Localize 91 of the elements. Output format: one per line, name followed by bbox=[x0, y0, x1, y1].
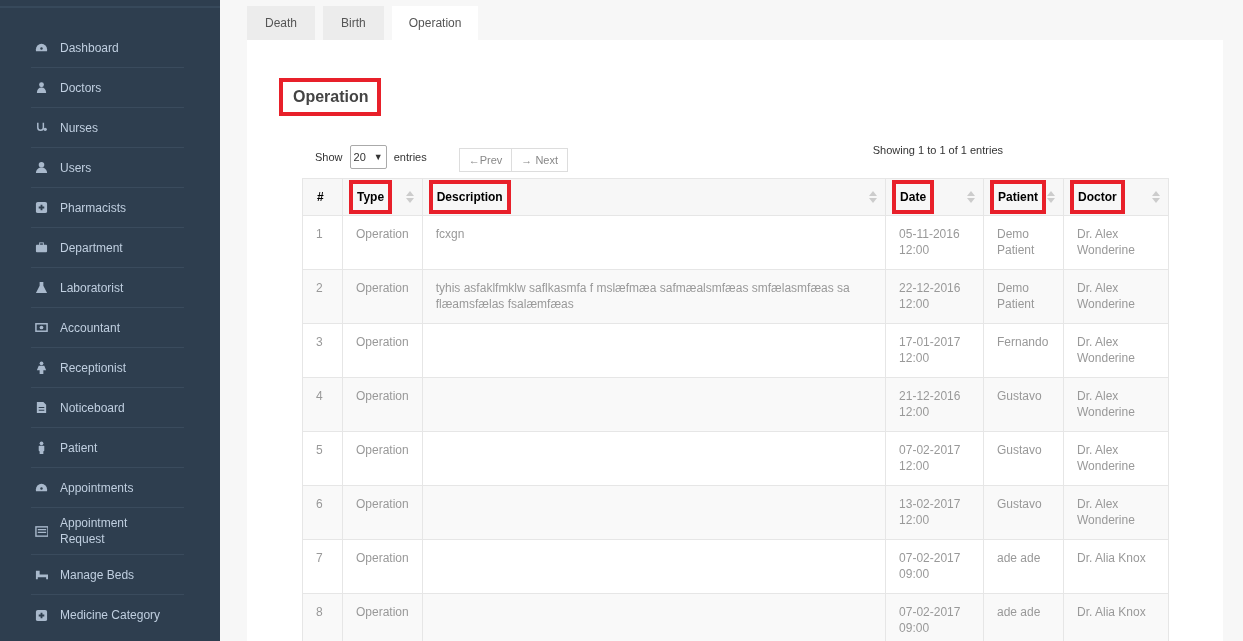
show-label: Show bbox=[315, 151, 343, 163]
page-title: Operation bbox=[279, 78, 381, 116]
table-cell: Demo Patient bbox=[997, 227, 1035, 257]
dashboard-icon bbox=[35, 41, 48, 54]
table-cell: Operation bbox=[356, 227, 409, 241]
table-cell: tyhis asfaklfmklw saflkasmfa f mslæfmæa safmæalsmfæas smfælasmfæas sa flæamsfælas fsalæmfæas bbox=[435, 281, 850, 311]
person-icon bbox=[35, 361, 48, 374]
table-cell: Operation bbox=[356, 335, 409, 349]
sidebar-item[interactable]: Users bbox=[31, 148, 184, 188]
table-cell: ade ade bbox=[997, 551, 1041, 565]
page-size-select[interactable]: 20 ▼ bbox=[349, 145, 387, 169]
table-cell: 07-02-2017 09:00 bbox=[899, 605, 961, 635]
table-cell: 8 bbox=[316, 605, 323, 619]
table-cell: fcxgn bbox=[435, 227, 465, 241]
table-cell: Operation bbox=[356, 389, 409, 403]
sort-icon[interactable] bbox=[405, 191, 414, 203]
dashboard-icon bbox=[35, 481, 48, 494]
plus-square-icon bbox=[35, 201, 48, 214]
table-cell: Demo Patient bbox=[997, 281, 1035, 311]
table-cell: 21-12-2016 12:00 bbox=[899, 389, 961, 419]
table-cell: 6 bbox=[316, 497, 323, 511]
entries-info: Showing 1 to 1 of 1 entries bbox=[872, 144, 1003, 156]
document-icon bbox=[35, 401, 48, 414]
sidebar-item[interactable]: Appointments bbox=[31, 468, 184, 508]
user-icon bbox=[35, 81, 48, 94]
column-header[interactable]: Date bbox=[892, 180, 935, 214]
sidebar-item[interactable]: Manage Beds bbox=[31, 555, 184, 595]
entries-label: entries bbox=[393, 151, 427, 163]
table-cell: 2 bbox=[316, 281, 323, 295]
column-header[interactable]: Doctor bbox=[1070, 180, 1125, 214]
table-cell: 5 bbox=[316, 443, 323, 457]
prev-button[interactable]: ←Prev bbox=[458, 147, 513, 172]
stethoscope-icon bbox=[35, 121, 48, 134]
sidebar-item[interactable]: Pharmacists bbox=[31, 188, 184, 228]
column-header[interactable]: Description bbox=[428, 180, 511, 214]
sidebar-item[interactable]: Medicine Category bbox=[31, 595, 184, 635]
table-cell: 05-11-2016 12:00 bbox=[899, 227, 960, 257]
table-cell: Dr. Alex Wonderine bbox=[1077, 335, 1135, 365]
table-cell: 3 bbox=[316, 335, 323, 349]
sidebar-item[interactable]: Noticeboard bbox=[31, 388, 184, 428]
table-cell: Operation bbox=[356, 443, 409, 457]
table-cell: Gustavo bbox=[997, 389, 1042, 403]
column-header[interactable]: Type bbox=[349, 180, 393, 214]
table-cell: Dr. Alex Wonderine bbox=[1077, 443, 1135, 473]
sort-icon[interactable] bbox=[869, 191, 878, 203]
table-cell: 22-12-2016 12:00 bbox=[899, 281, 961, 311]
table-cell: 4 bbox=[316, 389, 323, 403]
briefcase-icon bbox=[35, 241, 48, 254]
table-cell: 07-02-2017 12:00 bbox=[899, 443, 961, 473]
sidebar-item[interactable]: Receptionist bbox=[31, 348, 184, 388]
table-cell: Gustavo bbox=[997, 497, 1042, 511]
plus-square-icon bbox=[35, 608, 48, 622]
table-cell: Dr. Alex Wonderine bbox=[1077, 389, 1135, 419]
table-cell: Dr. Alex Wonderine bbox=[1077, 497, 1135, 527]
tab[interactable]: Operation bbox=[391, 6, 479, 40]
sidebar-item[interactable]: Doctors bbox=[31, 68, 184, 108]
tab[interactable]: Death bbox=[247, 6, 316, 40]
table-cell: Dr. Alex Wonderine bbox=[1077, 227, 1135, 257]
sidebar-item[interactable]: Accountant bbox=[31, 308, 184, 348]
table-cell: Gustavo bbox=[997, 443, 1042, 457]
table-cell: Dr. Alex Wonderine bbox=[1077, 281, 1135, 311]
table-cell: Operation bbox=[356, 281, 409, 295]
sidebar-item[interactable]: Dashboard bbox=[31, 28, 184, 68]
table-cell: Fernando bbox=[997, 335, 1049, 349]
table-cell: 07-02-2017 09:00 bbox=[899, 551, 961, 581]
table-cell: 13-02-2017 12:00 bbox=[899, 497, 961, 527]
sidebar-item[interactable]: Department bbox=[31, 228, 184, 268]
table-cell: Operation bbox=[356, 497, 409, 511]
sidebar-item[interactable]: Nurses bbox=[31, 108, 184, 148]
money-icon bbox=[35, 321, 48, 334]
list-icon bbox=[35, 524, 48, 538]
sort-icon[interactable] bbox=[967, 191, 975, 203]
sort-icon[interactable] bbox=[1047, 191, 1055, 203]
table-cell: 17-01-2017 12:00 bbox=[899, 335, 961, 365]
table-cell: Operation bbox=[356, 551, 409, 565]
table-cell: Dr. Alia Knox bbox=[1077, 551, 1146, 565]
column-header[interactable]: Patient bbox=[990, 180, 1047, 214]
table-cell: 1 bbox=[316, 227, 323, 241]
bed-icon bbox=[35, 568, 48, 581]
table-cell: ade ade bbox=[997, 605, 1041, 619]
table-cell: Dr. Alia Knox bbox=[1077, 605, 1146, 619]
table-cell: Operation bbox=[356, 605, 409, 619]
sort-icon[interactable] bbox=[1152, 191, 1160, 203]
flask-icon bbox=[35, 281, 48, 294]
table-cell: 7 bbox=[316, 551, 323, 565]
tab[interactable]: Birth bbox=[323, 6, 384, 40]
sidebar-item[interactable]: Appointment Request bbox=[31, 508, 184, 555]
user-icon bbox=[35, 161, 48, 174]
next-button[interactable]: → Next bbox=[512, 147, 569, 172]
sidebar-item[interactable]: Laboratorist bbox=[31, 268, 184, 308]
sidebar-item[interactable]: Patient bbox=[31, 428, 184, 468]
